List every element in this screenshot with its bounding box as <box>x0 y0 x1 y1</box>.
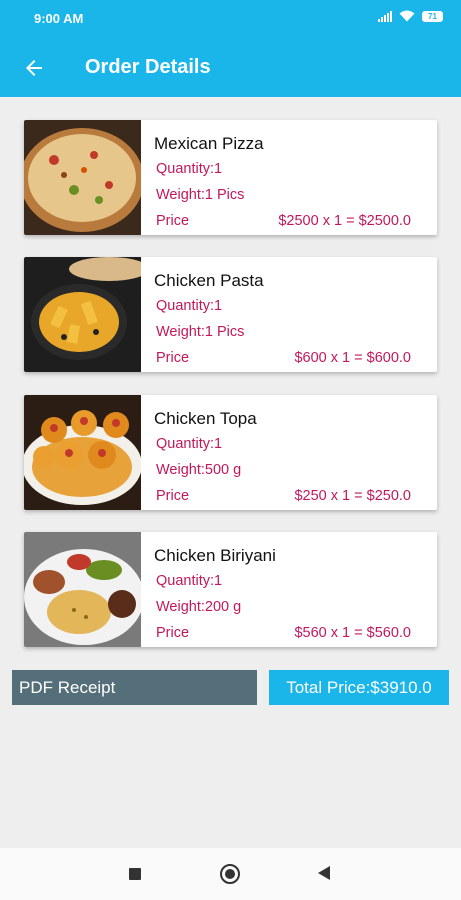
pasta-photo <box>24 257 141 372</box>
recents-icon[interactable] <box>129 868 141 880</box>
order-item-card[interactable]: Mexican Pizza Quantity:1 Weight:1 Pics P… <box>24 120 437 235</box>
order-item-card[interactable]: Chicken Pasta Quantity:1 Weight:1 Pics P… <box>24 257 437 372</box>
item-price-calc: $560 x 1 = $560.0 <box>294 625 411 641</box>
total-price: Total Price:$3910.0 <box>269 670 449 705</box>
item-quantity: Quantity:1 <box>156 161 223 177</box>
item-price-label: Price <box>156 213 190 229</box>
item-price-calc: $250 x 1 = $250.0 <box>294 488 411 504</box>
nav-back-icon[interactable] <box>318 866 330 880</box>
item-quantity: Quantity:1 <box>156 436 223 452</box>
arrow-left-icon[interactable] <box>22 56 46 80</box>
item-price-label: Price <box>156 350 190 366</box>
order-item-card[interactable]: Chicken Topa Quantity:1 Weight:500 g Pri… <box>24 395 437 510</box>
item-weight: Weight:200 g <box>156 599 242 615</box>
item-price-label: Price <box>156 488 190 504</box>
page-title: Order Details <box>85 56 211 78</box>
pdf-receipt-button[interactable]: PDF Receipt <box>12 670 257 705</box>
item-name: Chicken Pasta <box>154 271 264 290</box>
biriyani-photo <box>24 532 141 647</box>
item-price-calc: $2500 x 1 = $2500.0 <box>278 213 411 229</box>
item-name: Mexican Pizza <box>154 134 264 153</box>
topa-photo <box>24 395 141 510</box>
item-price-label: Price <box>156 625 190 641</box>
app-bar: 9:00 AM 71 Order Details <box>0 0 461 97</box>
pizza-photo <box>24 120 141 235</box>
item-weight: Weight:1 Pics <box>156 187 245 203</box>
item-weight: Weight:500 g <box>156 462 242 478</box>
battery-icon: 71 <box>422 10 443 22</box>
item-name: Chicken Biriyani <box>154 546 276 565</box>
item-weight: Weight:1 Pics <box>156 324 245 340</box>
home-icon[interactable] <box>220 864 240 884</box>
item-price-calc: $600 x 1 = $600.0 <box>294 350 411 366</box>
item-name: Chicken Topa <box>154 409 257 428</box>
item-quantity: Quantity:1 <box>156 573 223 589</box>
signal-icon <box>378 10 392 22</box>
status-time: 9:00 AM <box>34 11 84 26</box>
item-quantity: Quantity:1 <box>156 298 223 314</box>
system-nav-bar <box>0 848 461 900</box>
wifi-icon <box>399 10 415 22</box>
status-icons: 71 <box>378 10 443 22</box>
order-item-card[interactable]: Chicken Biriyani Quantity:1 Weight:200 g… <box>24 532 437 647</box>
